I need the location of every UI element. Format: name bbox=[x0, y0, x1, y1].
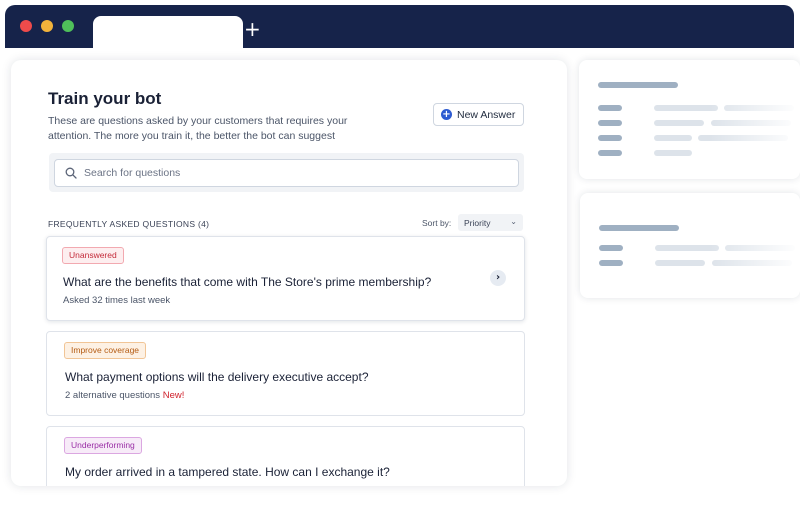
placeholder-bar bbox=[654, 150, 692, 156]
plus-circle-icon: + bbox=[441, 109, 452, 120]
placeholder-bar bbox=[598, 135, 622, 141]
maximize-window-icon[interactable] bbox=[62, 20, 74, 32]
question-meta: Asked 32 times last week bbox=[63, 295, 170, 306]
search-container: Search for questions bbox=[49, 153, 524, 192]
train-bot-card: Train your bot These are questions asked… bbox=[11, 60, 567, 486]
placeholder-bar bbox=[599, 245, 623, 251]
placeholder-bar bbox=[598, 105, 622, 111]
placeholder-bar bbox=[654, 135, 692, 141]
sort-select[interactable]: Priority ⌄ bbox=[458, 214, 523, 231]
question-text: What payment options will the delivery e… bbox=[65, 370, 369, 384]
search-placeholder: Search for questions bbox=[84, 167, 181, 179]
sort-value: Priority bbox=[464, 217, 491, 228]
question-item[interactable]: Unanswered What are the benefits that co… bbox=[46, 236, 525, 321]
new-answer-button[interactable]: + New Answer bbox=[433, 103, 524, 126]
browser-tab[interactable] bbox=[93, 16, 243, 52]
placeholder-panel bbox=[579, 60, 800, 179]
status-badge: Underperforming bbox=[64, 437, 142, 454]
placeholder-bar bbox=[655, 260, 705, 266]
search-input[interactable]: Search for questions bbox=[54, 159, 519, 187]
question-text: My order arrived in a tampered state. Ho… bbox=[65, 465, 390, 479]
new-answer-label: New Answer bbox=[457, 108, 516, 121]
placeholder-bar bbox=[599, 225, 679, 231]
status-badge: Improve coverage bbox=[64, 342, 147, 359]
sort-label: Sort by: bbox=[422, 218, 452, 228]
search-icon bbox=[65, 167, 77, 179]
question-meta-text: 2 alternative questions bbox=[65, 390, 161, 401]
browser-chrome: + bbox=[5, 5, 794, 52]
placeholder-bar bbox=[654, 120, 704, 126]
new-tag: New! bbox=[162, 390, 185, 401]
chevron-right-icon[interactable]: › bbox=[490, 270, 506, 286]
page-title: Train your bot bbox=[48, 89, 162, 108]
fade-overlay bbox=[710, 60, 800, 179]
placeholder-bar bbox=[654, 105, 718, 111]
faq-heading: FREQUENTLY ASKED QUESTIONS (4) bbox=[48, 219, 210, 229]
placeholder-bar bbox=[598, 120, 622, 126]
new-tab-button[interactable]: + bbox=[244, 19, 261, 39]
question-item[interactable]: Improve coverage What payment options wi… bbox=[46, 331, 525, 416]
minimize-window-icon[interactable] bbox=[41, 20, 53, 32]
placeholder-panel bbox=[580, 193, 800, 298]
question-text: What are the benefits that come with The… bbox=[63, 275, 432, 289]
placeholder-bar bbox=[599, 260, 623, 266]
placeholder-bar bbox=[598, 150, 622, 156]
question-meta: 2 alternative questions New! bbox=[65, 390, 184, 401]
question-item[interactable]: Underperforming My order arrived in a ta… bbox=[46, 426, 525, 486]
question-meta-text: Asked 32 times last week bbox=[63, 295, 171, 306]
placeholder-bar bbox=[598, 82, 678, 88]
fade-overlay bbox=[710, 193, 800, 298]
close-window-icon[interactable] bbox=[20, 20, 32, 32]
chevron-down-icon: ⌄ bbox=[510, 217, 517, 226]
page-subtitle: These are questions asked by your custom… bbox=[48, 115, 348, 142]
status-badge: Unanswered bbox=[62, 247, 124, 264]
